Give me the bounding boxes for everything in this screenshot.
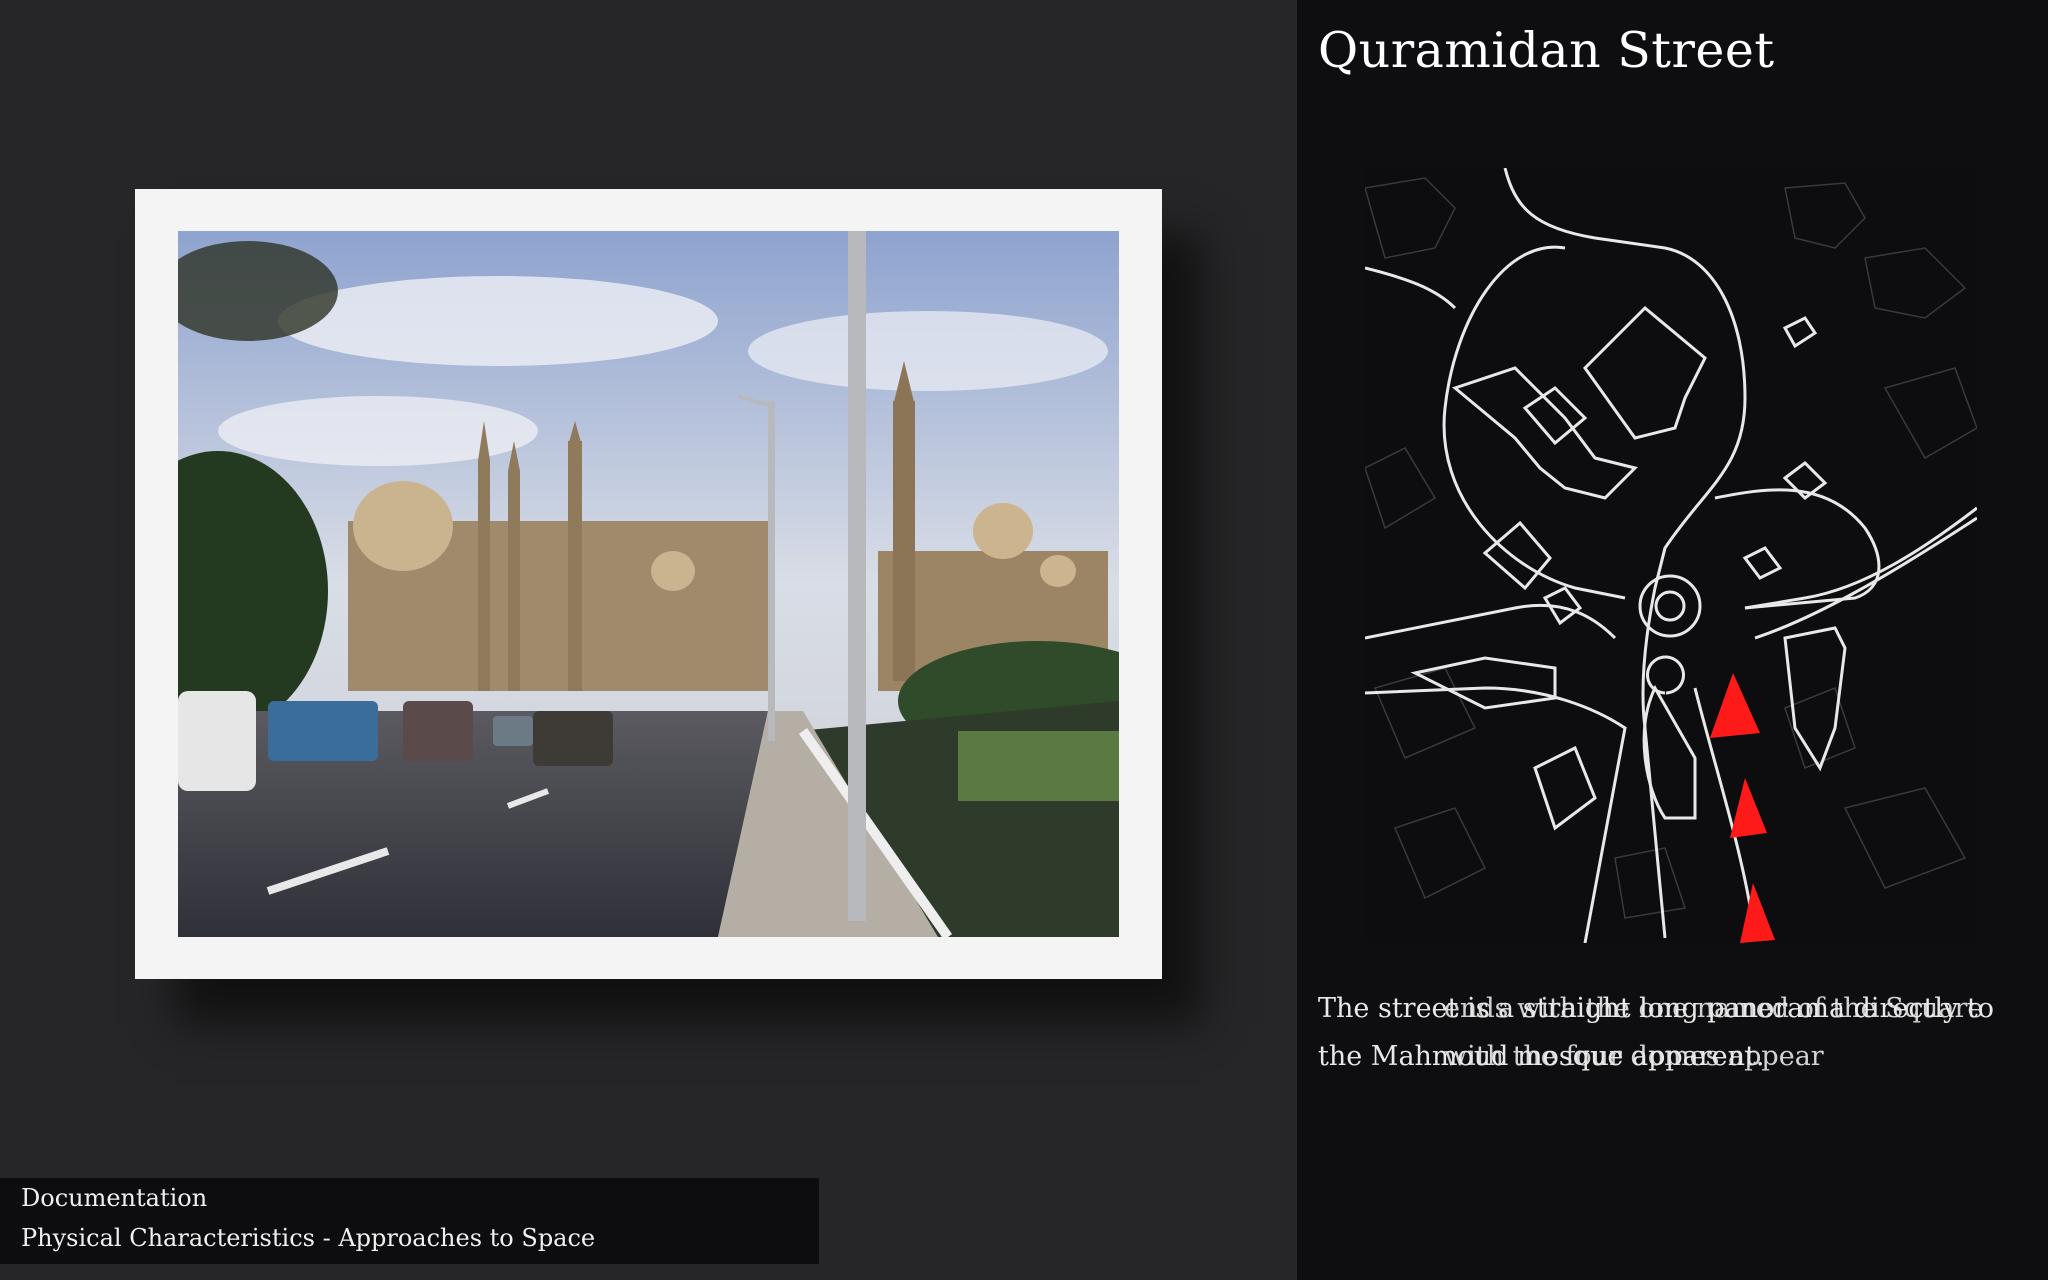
street-photo-illustration: [178, 231, 1119, 937]
footer-section: Documentation: [21, 1184, 208, 1212]
slide: Quramidan Street The street is a straigh…: [0, 0, 2048, 1280]
photo-frame: [135, 189, 1162, 979]
street-photo: [178, 231, 1119, 937]
caption-text-b: ends with the one named of the Square wi…: [1444, 993, 1984, 1072]
footer-label-bar: Documentation Physical Characteristics -…: [0, 1178, 819, 1264]
slide-title: Quramidan Street: [1318, 22, 1775, 79]
street-map-illustration: [1365, 168, 1977, 943]
side-panel: Quramidan Street The street is a straigh…: [1297, 0, 2048, 1280]
footer-subsection: Physical Characteristics - Approaches to…: [21, 1224, 596, 1252]
street-map: [1365, 168, 1977, 943]
